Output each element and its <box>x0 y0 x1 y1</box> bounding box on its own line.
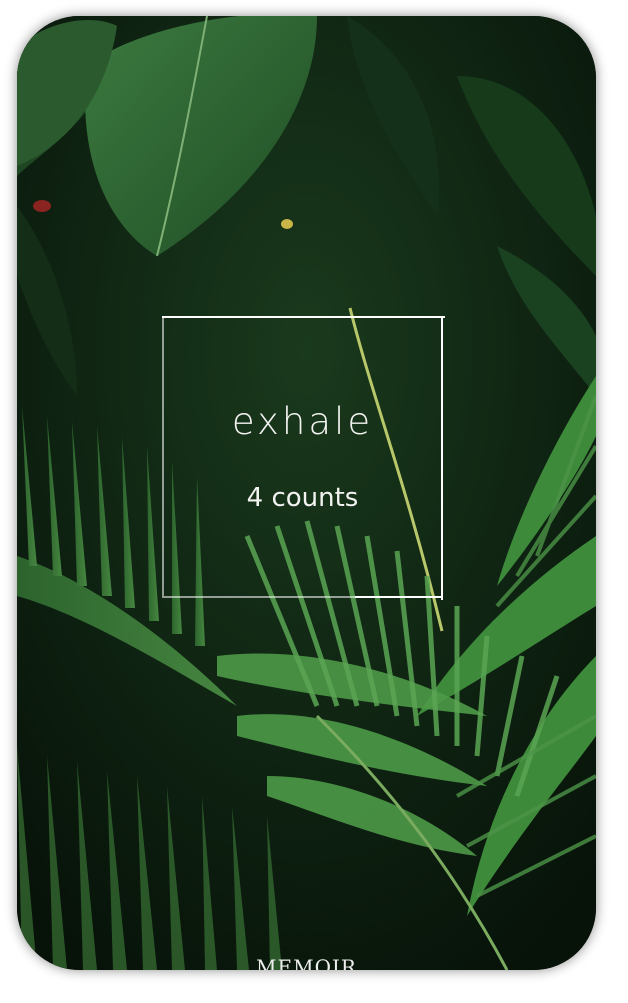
progress-line-bottom <box>355 596 443 598</box>
progress-line-top <box>162 316 445 318</box>
breath-count-label: 4 counts <box>246 483 359 513</box>
breath-phase-label: exhale <box>231 400 374 443</box>
app-screen: exhale 4 counts MEMOIR <box>17 16 596 970</box>
progress-line-right <box>441 316 443 600</box>
breathing-guide-frame: exhale 4 counts <box>162 316 445 600</box>
brand-logo: MEMOIR <box>256 955 357 970</box>
